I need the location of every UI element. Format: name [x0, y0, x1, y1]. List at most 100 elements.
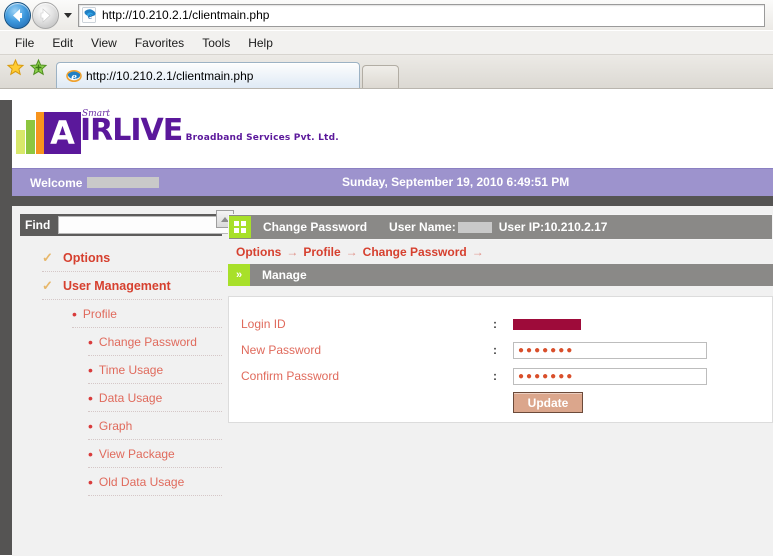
favorites-toolbar — [6, 51, 56, 88]
bullet-icon: • — [88, 361, 93, 378]
user-ip-label: User IP:10.210.2.17 — [498, 220, 608, 234]
add-to-favorites-icon[interactable] — [29, 58, 48, 77]
new-password-value: ●●●●●●● — [513, 341, 707, 359]
back-button[interactable] — [4, 1, 31, 29]
sidebar-item-options[interactable]: ✓ Options — [42, 244, 222, 272]
welcome-label: Welcome — [30, 175, 83, 190]
check-icon: ✓ — [42, 277, 53, 293]
confirm-password-value: ●●●●●●● — [513, 367, 707, 385]
menu-view[interactable]: View — [82, 34, 126, 52]
bullet-icon: • — [88, 473, 93, 490]
sidebar-item-label: Data Usage — [98, 390, 163, 405]
bullet-icon: • — [88, 445, 93, 462]
form-row-confirm-password: Confirm Password : ●●●●●●● — [229, 363, 772, 389]
sidebar-item-profile[interactable]: • Profile — [72, 300, 222, 328]
login-id-redacted — [513, 318, 581, 330]
row-colon: : — [493, 343, 497, 357]
internet-explorer-icon: e — [82, 7, 98, 23]
sidebar-item-view-package[interactable]: • View Package — [88, 440, 222, 468]
bullet-icon: • — [88, 333, 93, 350]
tab-favicon-icon: e — [66, 68, 82, 84]
forward-button[interactable] — [32, 1, 59, 29]
page-body: Find ✓ Options ✓ User Management • Profi… — [12, 206, 773, 556]
address-bar[interactable]: e http://10.210.2.1/clientmain.php — [78, 3, 765, 27]
menu-help[interactable]: Help — [239, 34, 282, 52]
double-chevron-icon: » — [228, 264, 250, 286]
welcome-username-redacted — [87, 177, 160, 188]
menu-bar: File Edit View Favorites Tools Help — [0, 30, 773, 54]
find-bar: Find — [20, 214, 242, 236]
section-title: Manage — [262, 268, 307, 282]
menu-tools[interactable]: Tools — [193, 34, 239, 52]
menu-edit[interactable]: Edit — [43, 34, 82, 52]
breadcrumb-separator-icon: → — [286, 245, 299, 259]
sidebar: Find ✓ Options ✓ User Management • Profi… — [20, 210, 242, 496]
sidebar-item-label: View Package — [98, 446, 175, 461]
confirm-password-input[interactable]: ●●●●●●● — [513, 367, 707, 385]
form-row-new-password: New Password : ●●●●●●● — [229, 337, 772, 363]
row-colon: : — [493, 317, 497, 331]
sidebar-item-old-data-usage[interactable]: • Old Data Usage — [88, 468, 222, 496]
site-logo[interactable]: A Smart IRLIVE Broadband Services Pvt. L… — [16, 109, 339, 158]
menu-favorites[interactable]: Favorites — [126, 34, 193, 52]
confirm-password-label: Confirm Password — [241, 369, 340, 383]
bullet-icon: • — [88, 417, 93, 434]
breadcrumb-separator-icon: → — [345, 245, 358, 259]
find-label: Find — [25, 218, 51, 232]
sidebar-item-time-usage[interactable]: • Time Usage — [88, 356, 222, 384]
sidebar-item-label: Options — [63, 250, 111, 265]
row-colon: : — [493, 369, 497, 383]
current-datetime: Sunday, September 19, 2010 6:49:51 PM — [342, 175, 570, 189]
main-content: Change Password User Name: User IP:10.21… — [228, 214, 773, 423]
bullet-icon: • — [72, 305, 77, 322]
forward-arrow-icon — [40, 7, 51, 23]
breadcrumb: Options → Profile → Change Password → — [228, 240, 773, 264]
browser-chrome: e http://10.210.2.1/clientmain.php File … — [0, 0, 773, 89]
page-frame: A Smart IRLIVE Broadband Services Pvt. L… — [12, 100, 773, 556]
login-id-value — [513, 318, 581, 330]
address-text: http://10.210.2.1/clientmain.php — [102, 8, 270, 22]
logo-tagline: Broadband Services Pvt. Ltd. — [185, 133, 339, 143]
sidebar-item-label: User Management — [63, 278, 171, 293]
login-id-label: Login ID — [241, 317, 286, 331]
sidebar-item-change-password[interactable]: • Change Password — [88, 328, 222, 356]
favorites-star-icon[interactable] — [6, 58, 25, 77]
sidebar-item-data-usage[interactable]: • Data Usage — [88, 384, 222, 412]
menu-file[interactable]: File — [6, 34, 43, 52]
sidebar-nav: ✓ Options ✓ User Management • Profile • … — [20, 244, 222, 496]
svg-text:e: e — [88, 12, 93, 21]
user-name-label: User Name: — [389, 220, 456, 234]
update-button[interactable]: Update — [513, 392, 583, 413]
page-viewport: A Smart IRLIVE Broadband Services Pvt. L… — [0, 100, 773, 556]
sidebar-item-label: Profile — [82, 306, 117, 321]
sidebar-item-label: Time Usage — [98, 362, 164, 377]
breadcrumb-item-options[interactable]: Options — [236, 245, 281, 259]
search-input[interactable] — [58, 216, 242, 234]
breadcrumb-item-change-password[interactable]: Change Password — [363, 245, 467, 259]
form-row-login-id: Login ID : — [229, 311, 772, 337]
welcome-bar: Welcome Sunday, September 19, 2010 6:49:… — [12, 168, 773, 196]
svg-text:e: e — [71, 73, 77, 83]
user-name-redacted — [457, 221, 492, 233]
check-icon: ✓ — [42, 249, 53, 265]
sidebar-item-graph[interactable]: • Graph — [88, 412, 222, 440]
logo-letter: A — [44, 112, 81, 154]
content-header: Change Password User Name: User IP:10.21… — [228, 214, 773, 240]
sidebar-item-label: Graph — [98, 418, 133, 433]
browser-tab-active[interactable]: e http://10.210.2.1/clientmain.php — [56, 62, 360, 88]
tab-bar: e http://10.210.2.1/clientmain.php — [0, 54, 773, 88]
logo-script-text: Smart — [82, 109, 110, 119]
new-password-input[interactable]: ●●●●●●● — [513, 341, 707, 359]
new-tab-button[interactable] — [362, 65, 399, 88]
recent-pages-button[interactable] — [61, 3, 75, 28]
sidebar-item-user-management[interactable]: ✓ User Management — [42, 272, 222, 300]
breadcrumb-item-profile[interactable]: Profile — [303, 245, 340, 259]
tab-title: http://10.210.2.1/clientmain.php — [86, 68, 254, 83]
chevron-down-icon — [64, 12, 72, 18]
sidebar-item-label: Old Data Usage — [98, 474, 185, 489]
page-title: Change Password — [263, 220, 368, 234]
site-header: A Smart IRLIVE Broadband Services Pvt. L… — [12, 100, 773, 168]
change-password-form: Login ID : New Password : ●●●●●●● Confir… — [228, 296, 773, 423]
new-password-label: New Password — [241, 343, 322, 357]
grid-icon — [229, 216, 251, 238]
